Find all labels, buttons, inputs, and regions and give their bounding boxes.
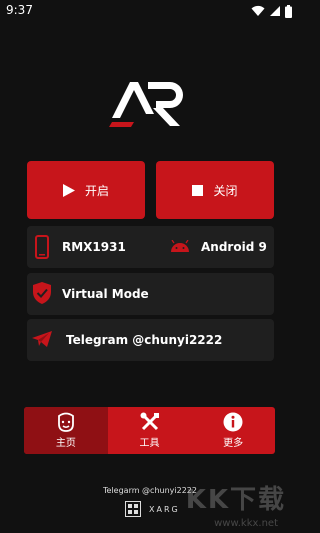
- nav-more[interactable]: 更多: [191, 407, 275, 454]
- xarg-logo-icon: [125, 501, 141, 517]
- tools-icon: [140, 412, 159, 431]
- device-model: RMX1931: [62, 240, 126, 254]
- bottom-nav: 主页 工具 更多: [24, 407, 275, 454]
- android-icon: [171, 240, 189, 252]
- telegram-label: Telegram @chunyi2222: [66, 333, 223, 347]
- watermark: KK下载 www.kkx.net: [182, 479, 292, 529]
- virtual-mode-label: Virtual Mode: [62, 287, 149, 301]
- status-time: 9:37: [6, 3, 33, 17]
- virtual-mode-card[interactable]: Virtual Mode: [27, 273, 274, 315]
- nav-tools-label: 工具: [139, 438, 160, 449]
- status-bar: 9:37: [0, 0, 300, 22]
- nav-home[interactable]: 主页: [24, 407, 108, 454]
- watermark-logo: KK下载: [185, 485, 286, 515]
- ar-logo: [109, 82, 183, 127]
- face-icon: [57, 412, 74, 432]
- nav-more-label: 更多: [223, 438, 244, 449]
- phone-icon: [35, 235, 49, 259]
- xarg-brand: XARG: [125, 501, 180, 517]
- control-buttons: 开启 关闭: [27, 161, 274, 219]
- telegram-send-icon: [32, 331, 52, 347]
- nav-home-label: 主页: [55, 438, 76, 449]
- info-icon: [223, 412, 243, 432]
- start-label: 开启: [84, 183, 109, 198]
- stop-label: 关闭: [213, 183, 238, 198]
- battery-icon: [285, 4, 292, 18]
- telegram-card[interactable]: Telegram @chunyi2222: [27, 319, 274, 361]
- play-icon: [62, 183, 75, 197]
- device-info-card: RMX1931 Android 9: [27, 226, 274, 268]
- stop-icon: [192, 184, 204, 196]
- status-icons: [251, 4, 292, 18]
- shield-check-icon: [33, 282, 51, 304]
- start-button[interactable]: 开启: [27, 161, 145, 219]
- signal-icon: [270, 6, 280, 16]
- watermark-url: www.kkx.net: [214, 518, 278, 529]
- stop-button[interactable]: 关闭: [156, 161, 274, 219]
- wifi-icon: [251, 5, 265, 16]
- android-version: Android 9: [201, 240, 267, 254]
- xarg-label: XARG: [149, 504, 180, 514]
- nav-tools[interactable]: 工具: [108, 407, 192, 454]
